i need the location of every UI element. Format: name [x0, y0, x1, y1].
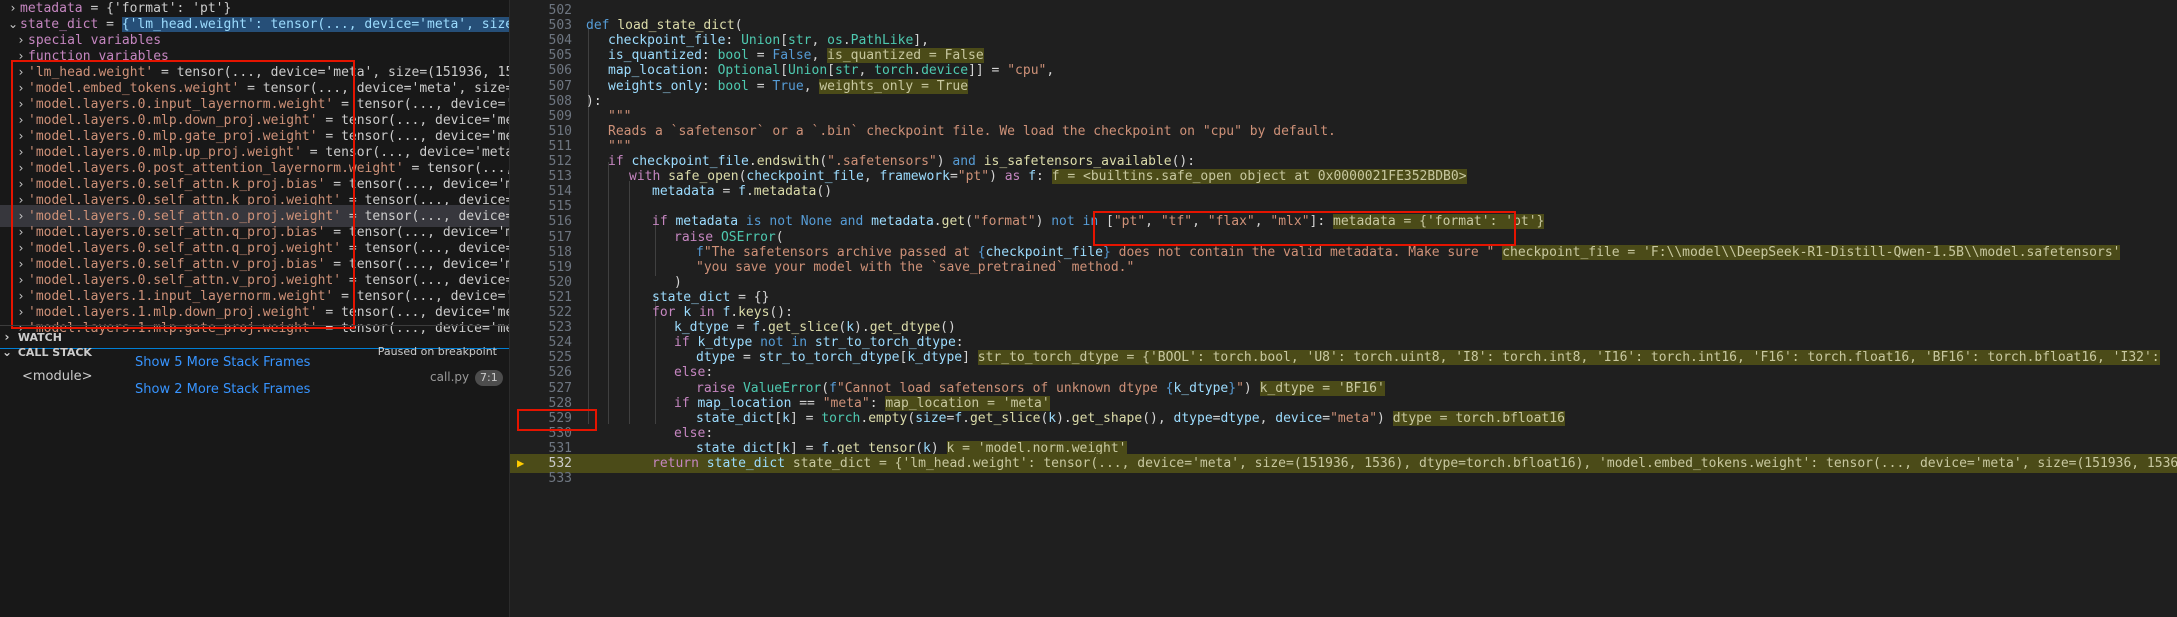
stack-frame-module[interactable]: <module>: [22, 369, 93, 384]
breakpoint-arrow-icon[interactable]: ▶: [517, 457, 529, 469]
stack-frame-file[interactable]: call.py: [430, 370, 469, 384]
callstack-label: CALL STACK: [17, 346, 92, 359]
debug-sidebar: › metadata = {'format': 'pt'} ⌄ state_dict …: [0, 0, 510, 617]
show-more-frames-link[interactable]: Show 5 More Stack Frames: [135, 355, 310, 370]
chevron-down-icon: ⌄: [1, 345, 13, 359]
show-more-frames-link-2[interactable]: Show 2 More Stack Frames: [135, 382, 310, 397]
paused-status: Paused on breakpoint: [377, 345, 497, 358]
code-editor[interactable]: 502 503 def load_state_dict(504 checkpoint_…: [510, 0, 2177, 617]
code-line[interactable]: 533: [510, 469, 2177, 488]
line-number: 533: [548, 471, 572, 487]
stack-frame-line-badge: 7:1: [475, 370, 503, 386]
